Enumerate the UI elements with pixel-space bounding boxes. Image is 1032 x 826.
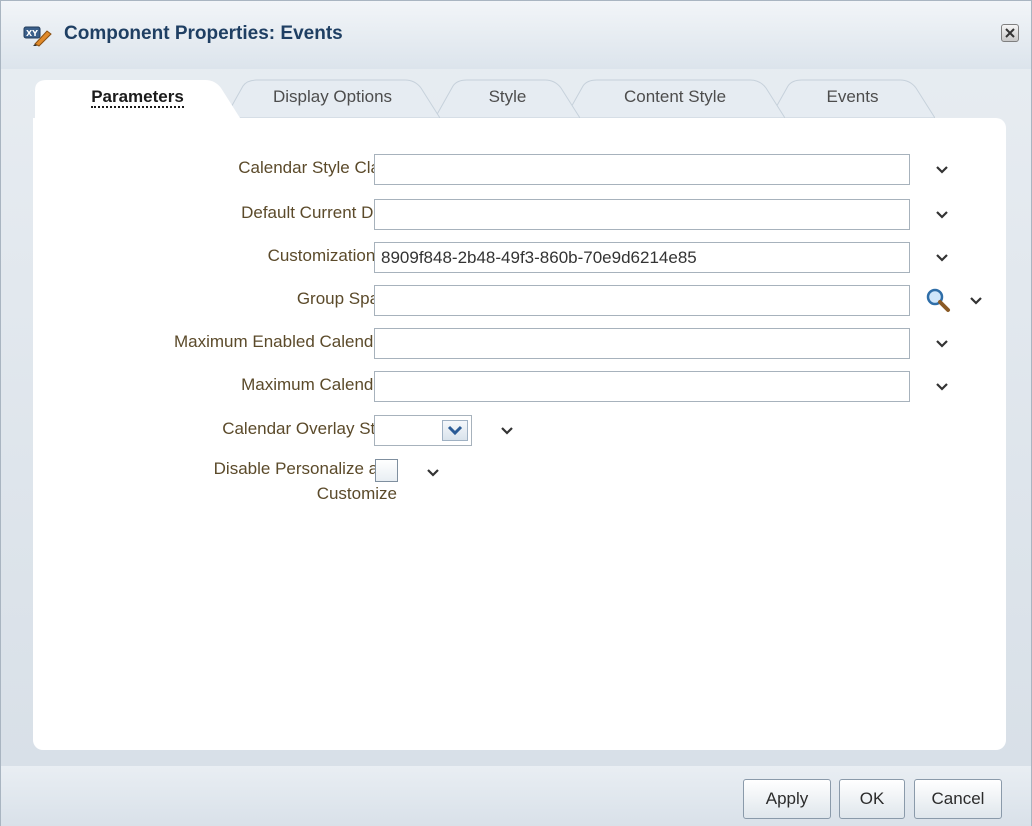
dialog-footer: Apply OK Cancel (1, 766, 1031, 826)
dialog-titlebar: XY Component Properties: Events (1, 1, 1031, 69)
chevron-down-icon[interactable] (935, 253, 949, 263)
chevron-down-icon[interactable] (935, 339, 949, 349)
tab-parameters[interactable]: Parameters (35, 78, 240, 118)
chevron-down-icon[interactable] (935, 382, 949, 392)
chevron-down-icon[interactable] (935, 165, 949, 175)
group-space-input[interactable] (374, 285, 910, 316)
chevron-down-icon[interactable] (969, 296, 983, 306)
dialog-title: Component Properties: Events (64, 23, 343, 44)
chevron-down-icon (447, 425, 463, 436)
maximum-enabled-calendars-row: Maximum Enabled Calendars (33, 327, 1006, 359)
field-label: Calendar Overlay Style (222, 419, 397, 438)
tab-bar: Parameters Display Options Style Content… (35, 78, 995, 118)
search-icon[interactable] (925, 287, 951, 313)
cancel-button[interactable]: Cancel (914, 779, 1002, 819)
calendar-style-class-row: Calendar Style Class (33, 153, 1006, 185)
tab-label: Content Style (623, 87, 727, 106)
chevron-down-icon[interactable] (426, 468, 440, 478)
calendar-style-class-input[interactable] (374, 154, 910, 185)
field-label-line: Disable Personalize and (213, 459, 397, 478)
field-label: Maximum Enabled Calendars (174, 332, 397, 351)
default-current-date-row: Default Current Date (33, 198, 1006, 230)
ok-button[interactable]: OK (839, 779, 905, 819)
tab-label: Events (826, 87, 879, 106)
customization-id-input[interactable] (374, 242, 910, 273)
chevron-down-icon[interactable] (500, 426, 514, 436)
maximum-calendars-input[interactable] (374, 371, 910, 402)
tab-display-options[interactable]: Display Options (225, 78, 440, 118)
default-current-date-input[interactable] (374, 199, 910, 230)
svg-text:XY: XY (26, 29, 38, 38)
field-label: Disable Personalize and Customize (214, 456, 397, 506)
group-space-row: Group Space (33, 284, 1006, 316)
tab-content-style[interactable]: Content Style (565, 78, 785, 118)
tab-style[interactable]: Style (435, 78, 580, 118)
select-dropdown-button[interactable] (442, 420, 468, 441)
disable-personalize-checkbox[interactable] (375, 459, 398, 482)
close-button[interactable] (1001, 24, 1019, 42)
tab-label: Parameters (91, 87, 184, 108)
maximum-calendars-row: Maximum Calendars (33, 370, 1006, 402)
parameters-panel: Calendar Style Class Default Current Dat… (33, 118, 1006, 750)
tab-events[interactable]: Events (770, 78, 935, 118)
field-label-line: Customize (316, 484, 397, 503)
component-properties-dialog: XY Component Properties: Events Paramete… (0, 0, 1032, 826)
customization-id-row: Customization ID (33, 241, 1006, 273)
tab-label: Display Options (272, 87, 393, 106)
maximum-enabled-calendars-input[interactable] (374, 328, 910, 359)
chevron-down-icon[interactable] (935, 210, 949, 220)
tab-label: Style (488, 87, 527, 106)
calendar-overlay-style-row: Calendar Overlay Style (33, 414, 1006, 446)
calendar-overlay-style-select[interactable] (374, 415, 472, 446)
component-properties-icon: XY (23, 25, 53, 47)
close-icon (1005, 28, 1015, 38)
apply-button[interactable]: Apply (743, 779, 831, 819)
